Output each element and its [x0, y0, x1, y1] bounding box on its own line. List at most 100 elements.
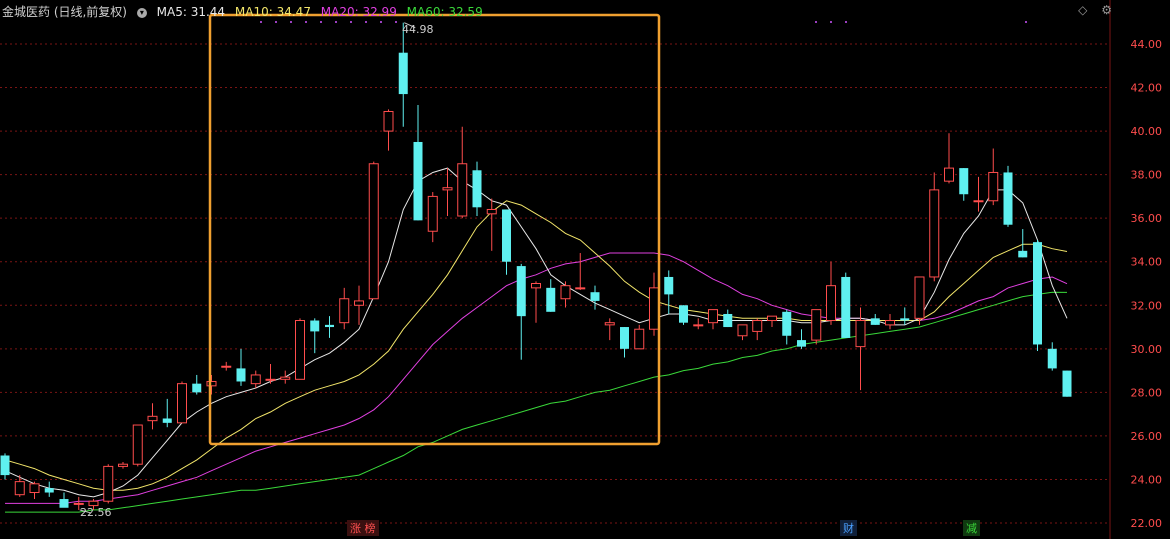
- candle-body: [339, 298, 350, 324]
- candle-body: [44, 488, 54, 493]
- ma5-line: [4, 167, 1068, 498]
- candle-body: [679, 305, 688, 323]
- info-icon[interactable]: ▾: [136, 7, 147, 18]
- top-marker-dot: [830, 21, 832, 23]
- candle-body: [368, 163, 379, 300]
- y-tick-label: 28.00: [1131, 386, 1163, 399]
- candle-body: [531, 283, 541, 289]
- candle-body: [885, 320, 895, 326]
- candle-body: [457, 163, 468, 217]
- candle-body: [797, 340, 806, 347]
- gear-icon[interactable]: ⚙: [1101, 3, 1112, 17]
- candle-body: [413, 141, 423, 221]
- top-marker-dot: [320, 21, 322, 23]
- candle-body: [280, 376, 291, 380]
- candle-body: [59, 499, 69, 508]
- candle-body: [295, 320, 305, 380]
- top-marker-dot: [395, 21, 397, 23]
- chart-stage: 44.00 42.00 40.00 38.00 36.00 34.00 32.00 30.00…: [0, 0, 1170, 539]
- top-marker-dot: [350, 21, 352, 23]
- candle-body: [649, 287, 659, 330]
- y-tick-label: 24.00: [1131, 473, 1163, 486]
- candle-body: [206, 380, 217, 387]
- candle-body: [147, 415, 158, 422]
- candle-body: [693, 324, 704, 327]
- candle-body: [944, 167, 954, 182]
- candle-body: [29, 483, 40, 494]
- event-marker-rank[interactable]: 涨 榜: [347, 520, 379, 536]
- candle-body: [236, 368, 246, 382]
- top-marker-dot: [290, 21, 292, 23]
- stock-title: 金城医药 (日线,前复权): [2, 5, 127, 19]
- y-tick-label: 36.00: [1131, 212, 1163, 225]
- candle-body: [14, 481, 25, 496]
- y-tick-label: 34.00: [1131, 256, 1163, 269]
- candle-body: [132, 424, 143, 465]
- candle-body: [325, 324, 334, 328]
- candle-body: [723, 313, 733, 328]
- top-marker-dot: [845, 21, 847, 23]
- candle-body: [590, 292, 600, 301]
- candle-body: [177, 383, 187, 424]
- candle-body: [634, 328, 645, 350]
- ma5-label: MA5: 31.44: [156, 5, 226, 19]
- ma10-label: MA10: 34.47: [234, 5, 311, 19]
- candle-body: [88, 500, 99, 507]
- y-tick-label: 44.00: [1131, 38, 1163, 51]
- y-tick-label: 26.00: [1131, 430, 1163, 443]
- y-tick-label: 38.00: [1131, 169, 1163, 182]
- candle-body: [221, 365, 232, 368]
- y-tick-label: 30.00: [1131, 343, 1163, 356]
- diamond-icon[interactable]: ◇: [1078, 3, 1087, 17]
- high-price-annotation: 44.98: [402, 23, 434, 36]
- candle-body: [383, 110, 394, 132]
- candle-body: [782, 311, 792, 336]
- top-marker-dot: [365, 21, 367, 23]
- candle-body: [1062, 370, 1072, 397]
- candle-body: [0, 455, 10, 476]
- ma20-label: MA20: 32.99: [320, 5, 397, 19]
- top-marker-dot: [260, 21, 262, 23]
- candle-body: [914, 276, 925, 319]
- kline-chart[interactable]: 44.00 42.00 40.00 38.00 36.00 34.00 32.00 30.00…: [0, 0, 1170, 539]
- toolbar: ◇ ⚙: [1068, 3, 1112, 17]
- candle-body: [1003, 172, 1013, 225]
- candle-body: [1033, 242, 1042, 345]
- candle-body: [959, 168, 969, 195]
- candle-body: [502, 209, 511, 262]
- candle-body: [398, 52, 408, 95]
- candle-body: [546, 287, 556, 312]
- candle-body: [900, 318, 910, 321]
- top-marker-dot: [335, 21, 337, 23]
- candle-body: [870, 318, 880, 325]
- y-tick-label: 32.00: [1131, 299, 1163, 312]
- candle-body: [988, 171, 999, 202]
- candle-body: [767, 315, 777, 322]
- top-marker-dot: [305, 21, 307, 23]
- candle-body: [516, 266, 526, 317]
- event-marker-reduce[interactable]: 减: [963, 520, 980, 536]
- candle-body: [826, 285, 836, 322]
- candle-body: [811, 309, 822, 341]
- top-marker-dot: [275, 21, 277, 23]
- candle-body: [575, 287, 586, 290]
- candle-body: [1018, 250, 1028, 258]
- top-marker-dot: [380, 21, 382, 23]
- candle-body: [118, 463, 128, 467]
- candle-body: [664, 276, 674, 295]
- candle-body: [604, 322, 615, 326]
- candle-body: [354, 300, 364, 306]
- candle-body: [620, 327, 629, 349]
- candle-body: [103, 465, 114, 502]
- top-marker-dot: [1025, 21, 1027, 23]
- candle-body: [1047, 348, 1057, 369]
- candle-body: [192, 383, 202, 393]
- candle-body: [472, 170, 482, 208]
- candle-body: [265, 378, 276, 381]
- ma60-label: MA60: 32.59: [406, 5, 483, 19]
- candle-body: [560, 285, 571, 300]
- event-marker-finance[interactable]: 财: [840, 520, 857, 536]
- candle-body: [973, 200, 984, 203]
- candle-body: [250, 374, 261, 385]
- top-marker-dot: [815, 21, 817, 23]
